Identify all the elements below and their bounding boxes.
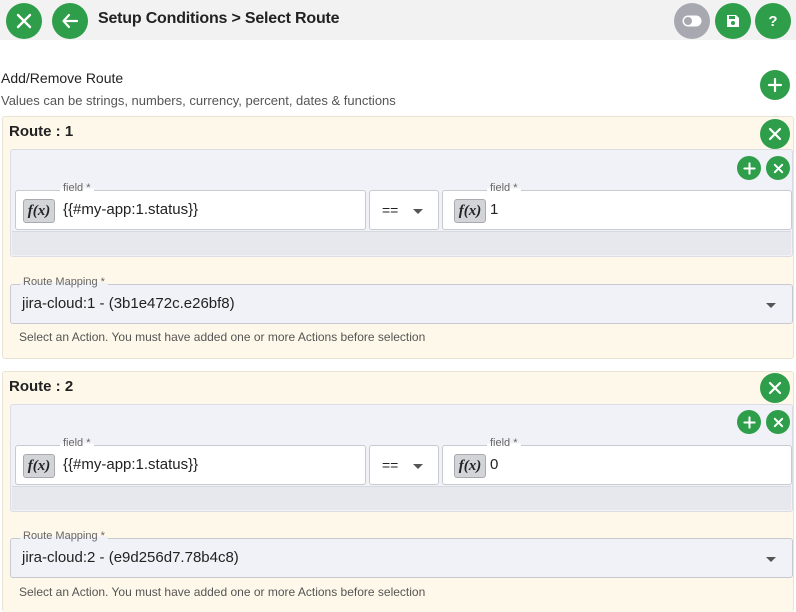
operator-value: == — [382, 202, 399, 218]
close-icon — [773, 163, 783, 173]
remove-route-button[interactable] — [760, 119, 790, 149]
route-title: Route : 2 — [9, 378, 74, 395]
remove-route-button[interactable] — [760, 373, 790, 403]
help-button[interactable]: ? — [755, 3, 791, 39]
field-label: field * — [487, 182, 521, 194]
chevron-down-icon — [766, 303, 776, 308]
right-field-value: 1 — [490, 201, 499, 218]
help-icon: ? — [768, 12, 778, 30]
close-icon — [16, 13, 32, 29]
route-card: Route : 2 field * f(x) {{#my-app:1.statu… — [2, 371, 794, 612]
function-button[interactable]: f(x) — [454, 454, 486, 478]
route-mapping-select[interactable]: Route Mapping * jira-cloud:1 - (3b1e472c… — [10, 276, 793, 324]
page-title: Setup Conditions > Select Route — [98, 10, 340, 27]
toggle-button[interactable] — [674, 3, 710, 39]
plus-icon — [742, 415, 756, 429]
route-mapping-select[interactable]: Route Mapping * jira-cloud:2 - (e9d256d7… — [10, 530, 793, 578]
route-mapping-help: Select an Action. You must have added on… — [19, 585, 426, 599]
condition-group: field * f(x) {{#my-app:1.status}} == fie… — [10, 149, 793, 257]
chevron-down-icon — [413, 209, 423, 214]
right-field-input[interactable]: field * f(x) 1 — [442, 182, 792, 230]
function-button[interactable]: f(x) — [454, 199, 486, 223]
route-card: Route : 1 field * f(x) {{#my-app:1.statu… — [2, 116, 794, 359]
field-label: field * — [60, 182, 94, 194]
close-icon — [768, 381, 782, 395]
left-field-input[interactable]: field * f(x) {{#my-app:1.status}} — [15, 182, 366, 230]
function-button[interactable]: f(x) — [23, 199, 55, 223]
plus-icon — [767, 77, 783, 93]
add-route-button[interactable] — [760, 70, 790, 100]
close-icon — [768, 127, 782, 141]
add-condition-button[interactable] — [737, 156, 761, 180]
header-bar: Setup Conditions > Select Route ? — [0, 0, 796, 40]
route-mapping-value: jira-cloud:1 - (3b1e472c.e26bf8) — [22, 295, 235, 312]
operator-select[interactable]: == — [369, 445, 439, 485]
section-subtitle: Values can be strings, numbers, currency… — [1, 93, 396, 108]
operator-select[interactable]: == — [369, 190, 439, 230]
toggle-icon — [682, 15, 702, 27]
add-condition-button[interactable] — [737, 410, 761, 434]
right-field-value: 0 — [490, 456, 499, 473]
condition-footer — [12, 486, 791, 510]
condition-footer — [12, 231, 791, 255]
plus-icon — [742, 161, 756, 175]
remove-condition-button[interactable] — [766, 156, 790, 180]
condition-group: field * f(x) {{#my-app:1.status}} == fie… — [10, 404, 793, 512]
route-mapping-label: Route Mapping * — [20, 276, 108, 288]
field-label: field * — [487, 437, 521, 449]
chevron-down-icon — [766, 557, 776, 562]
close-icon — [773, 417, 783, 427]
save-icon — [727, 15, 739, 27]
left-field-input[interactable]: field * f(x) {{#my-app:1.status}} — [15, 437, 366, 485]
route-mapping-help: Select an Action. You must have added on… — [19, 330, 426, 344]
operator-value: == — [382, 457, 399, 473]
back-button[interactable] — [52, 3, 88, 39]
section-title: Add/Remove Route — [1, 70, 124, 86]
route-mapping-label: Route Mapping * — [20, 530, 108, 542]
left-field-value: {{#my-app:1.status}} — [63, 201, 199, 218]
route-mapping-value: jira-cloud:2 - (e9d256d7.78b4c8) — [22, 549, 239, 566]
left-field-value: {{#my-app:1.status}} — [63, 456, 199, 473]
remove-condition-button[interactable] — [766, 410, 790, 434]
function-button[interactable]: f(x) — [23, 454, 55, 478]
route-title: Route : 1 — [9, 123, 74, 140]
save-button[interactable] — [715, 3, 751, 39]
right-field-input[interactable]: field * f(x) 0 — [442, 437, 792, 485]
chevron-down-icon — [413, 464, 423, 469]
close-button[interactable] — [6, 3, 42, 39]
arrow-left-icon — [62, 13, 79, 29]
field-label: field * — [60, 437, 94, 449]
